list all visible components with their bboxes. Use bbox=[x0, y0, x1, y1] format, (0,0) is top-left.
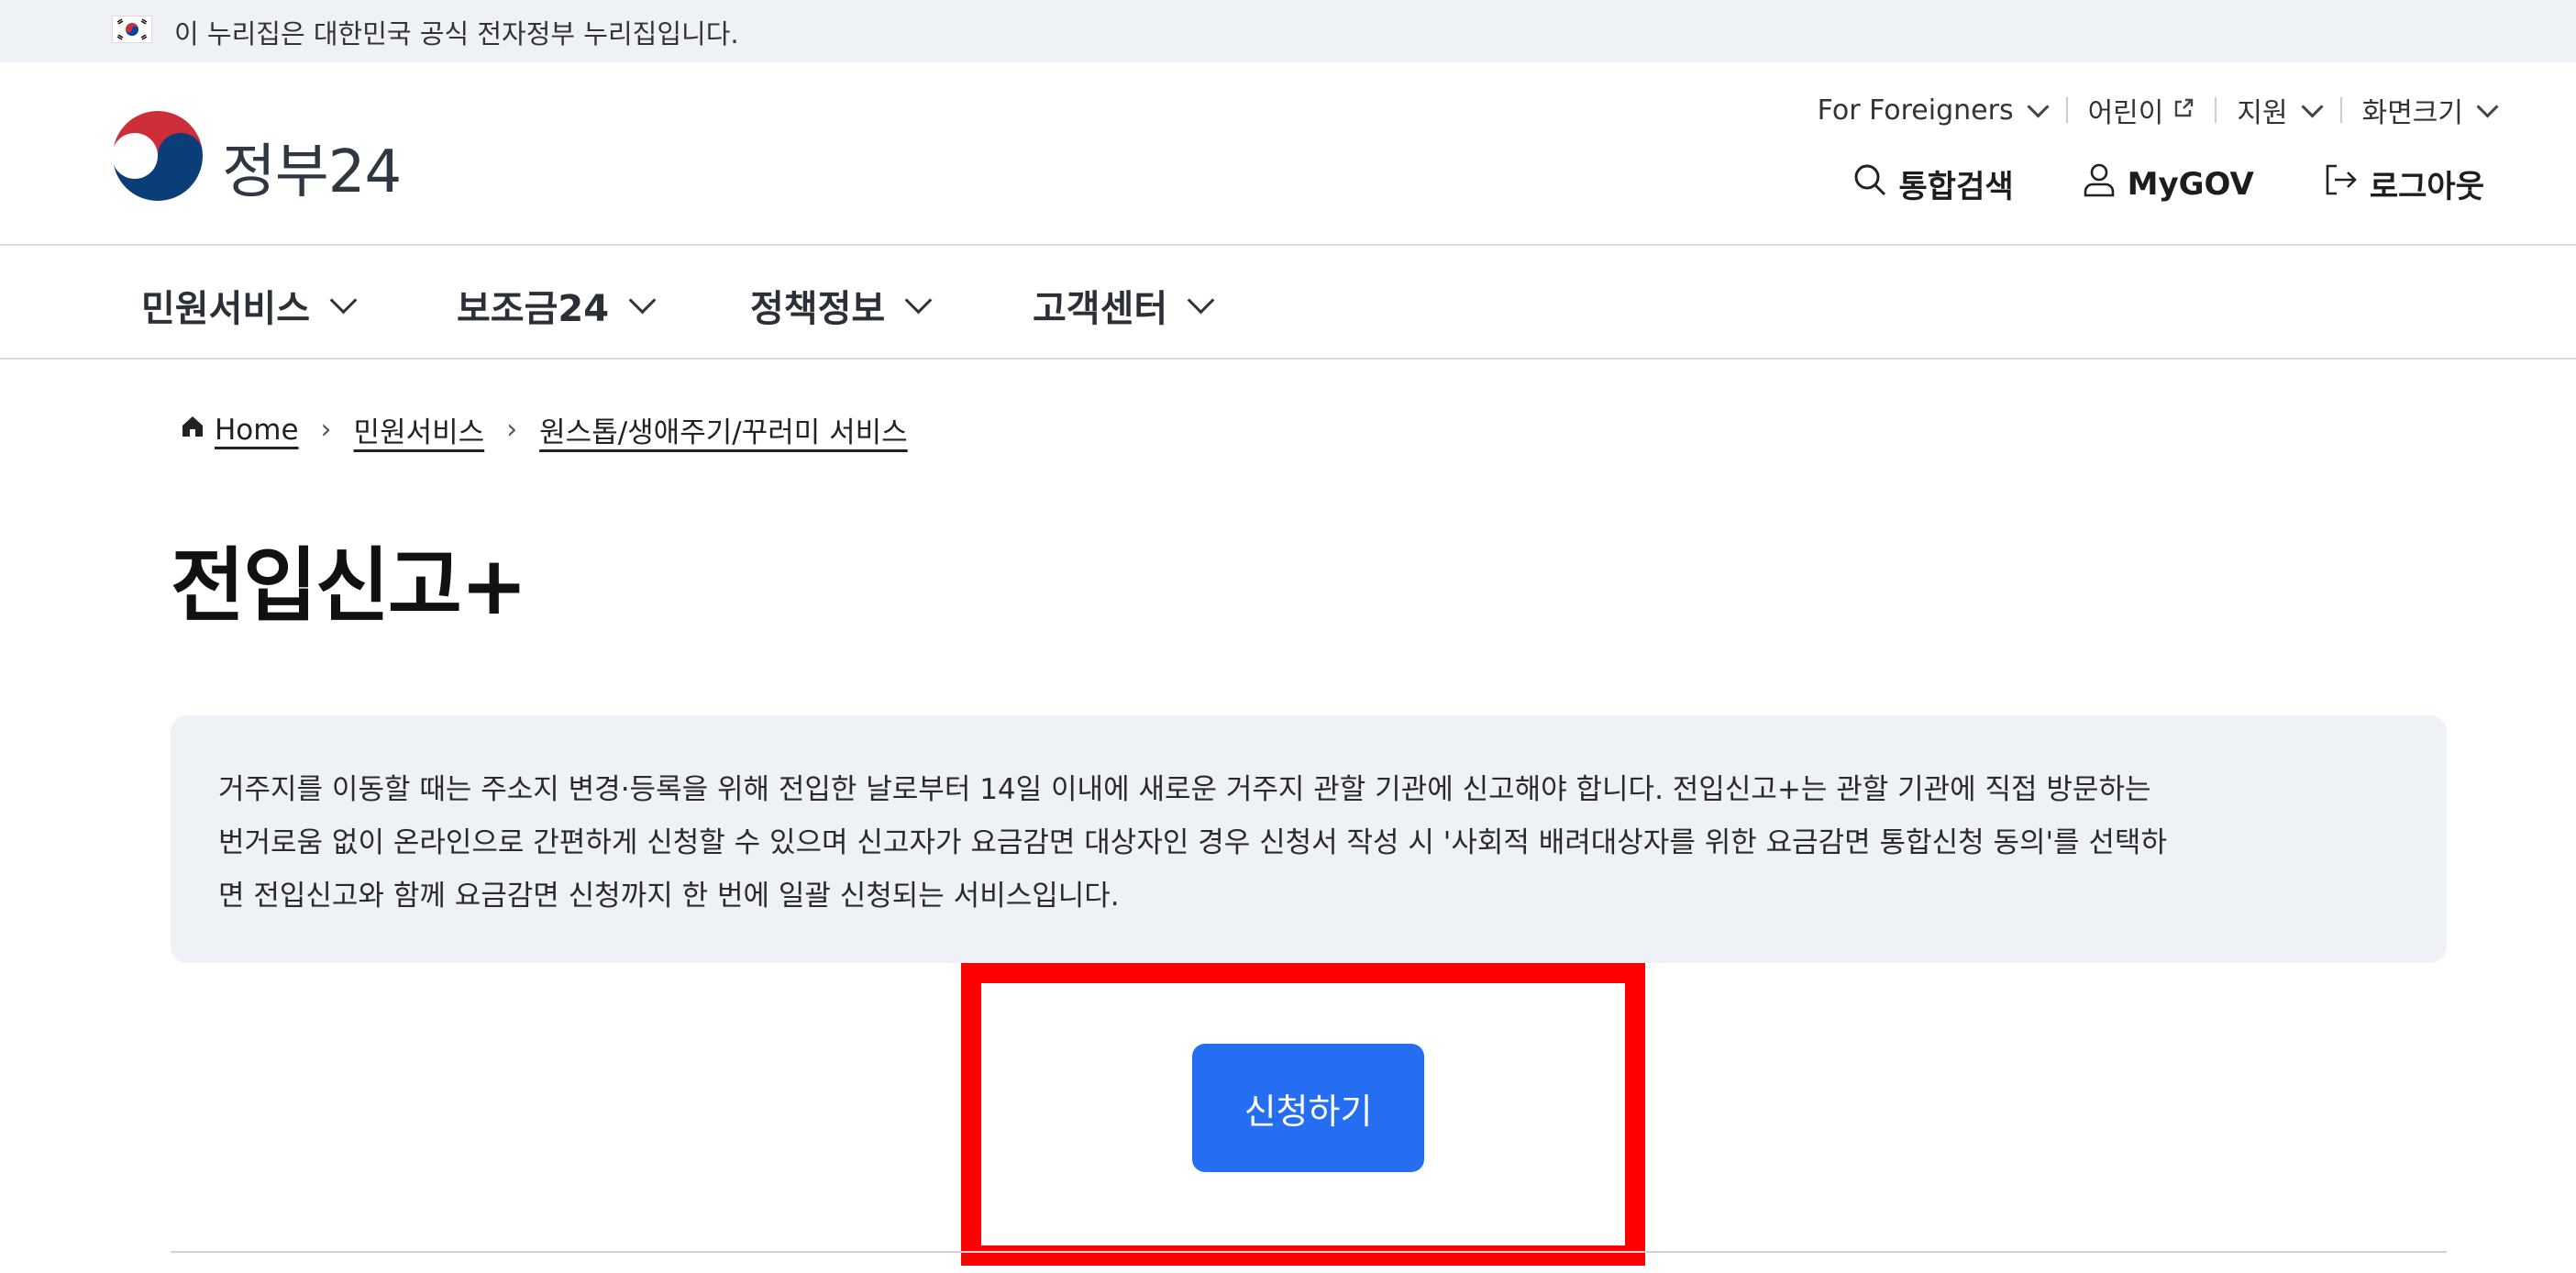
gnb-item-customer-center[interactable]: 고객센터 bbox=[1033, 279, 1215, 332]
chevron-down-icon bbox=[1187, 286, 1215, 314]
mygov-label: MyGOV bbox=[2127, 165, 2254, 203]
chevron-down-icon bbox=[2301, 94, 2324, 118]
gov-notice-text: 이 누리집은 대한민국 공식 전자정부 누리집입니다. bbox=[174, 18, 739, 50]
chevron-down-icon bbox=[2027, 94, 2050, 118]
apply-button[interactable]: 신청하기 bbox=[1192, 1044, 1424, 1172]
for-foreigners-label: For Foreigners bbox=[1817, 94, 2014, 127]
chevron-down-icon bbox=[329, 286, 358, 314]
chevron-right-icon: › bbox=[320, 414, 332, 446]
gnb-label: 정책정보 bbox=[750, 288, 886, 330]
breadcrumb-home[interactable]: Home bbox=[215, 414, 299, 447]
gnb-item-subsidy24[interactable]: 보조금24 bbox=[457, 279, 657, 332]
global-nav: 민원서비스 보조금24 정책정보 고객센터 bbox=[0, 246, 2576, 360]
search-label: 통합검색 bbox=[1898, 169, 2014, 205]
page-title: 전입신고+ bbox=[171, 538, 528, 633]
gnb-label: 고객센터 bbox=[1033, 288, 1168, 330]
description-line: 번거로움 없이 온라인으로 간편하게 신청할 수 있으며 신고자가 요금감면 대… bbox=[218, 826, 2167, 859]
description-line: 거주지를 이동할 때는 주소지 변경·등록을 위해 전입한 날로부터 14일 이… bbox=[218, 773, 2151, 806]
gnb-item-civil-service[interactable]: 민원서비스 bbox=[141, 279, 358, 332]
mygov-button[interactable]: MyGOV bbox=[2082, 161, 2254, 206]
chevron-right-icon: › bbox=[506, 414, 518, 446]
support-label: 지원 bbox=[2237, 97, 2288, 129]
divider bbox=[171, 1251, 2447, 1253]
screen-size-label: 화면크기 bbox=[2361, 97, 2463, 129]
chevron-down-icon bbox=[904, 286, 933, 314]
screen-size-menu[interactable]: 화면크기 bbox=[2361, 90, 2499, 130]
utility-menu: For Foreigners 어린이 지원 화면크기 bbox=[1817, 90, 2499, 130]
header-actions: 통합검색 MyGOV 로그아웃 bbox=[1852, 161, 2484, 206]
user-icon bbox=[2082, 161, 2117, 206]
chevron-down-icon bbox=[2476, 94, 2499, 118]
gov24-logo-icon[interactable] bbox=[110, 108, 205, 204]
logout-label: 로그아웃 bbox=[2369, 169, 2484, 205]
external-link-icon bbox=[2172, 94, 2195, 127]
korea-flag-icon bbox=[112, 16, 152, 43]
gov-notice-bar: 이 누리집은 대한민국 공식 전자정부 누리집입니다. bbox=[0, 0, 2576, 62]
home-icon bbox=[180, 414, 205, 447]
support-menu[interactable]: 지원 bbox=[2237, 90, 2324, 130]
logout-icon bbox=[2322, 161, 2359, 206]
search-icon bbox=[1852, 161, 1888, 206]
breadcrumb: Home › 민원서비스 › 원스톱/생애주기/꾸러미 서비스 bbox=[180, 409, 908, 450]
gnb-item-policy-info[interactable]: 정책정보 bbox=[750, 279, 933, 332]
breadcrumb-onestop[interactable]: 원스톱/생애주기/꾸러미 서비스 bbox=[539, 409, 908, 450]
divider bbox=[2065, 97, 2068, 123]
service-description-box: 거주지를 이동할 때는 주소지 변경·등록을 위해 전입한 날로부터 14일 이… bbox=[171, 715, 2447, 963]
logout-button[interactable]: 로그아웃 bbox=[2322, 161, 2484, 206]
breadcrumb-civil-service[interactable]: 민원서비스 bbox=[354, 409, 485, 450]
kids-link[interactable]: 어린이 bbox=[2088, 90, 2195, 130]
integrated-search-button[interactable]: 통합검색 bbox=[1852, 161, 2014, 206]
gnb-label: 보조금24 bbox=[457, 288, 610, 330]
divider bbox=[2215, 97, 2217, 123]
divider bbox=[2339, 97, 2342, 123]
logo-text[interactable]: 정부24 bbox=[222, 125, 402, 209]
for-foreigners-menu[interactable]: For Foreigners bbox=[1817, 94, 2050, 127]
description-line: 면 전입신고와 함께 요금감면 신청까지 한 번에 일괄 신청되는 서비스입니다… bbox=[218, 880, 1120, 913]
gnb-label: 민원서비스 bbox=[141, 288, 310, 330]
kids-label: 어린이 bbox=[2087, 97, 2164, 129]
site-header: 정부24 For Foreigners 어린이 지원 화면크기 통합검색 MyG… bbox=[0, 62, 2576, 246]
chevron-down-icon bbox=[628, 286, 657, 314]
